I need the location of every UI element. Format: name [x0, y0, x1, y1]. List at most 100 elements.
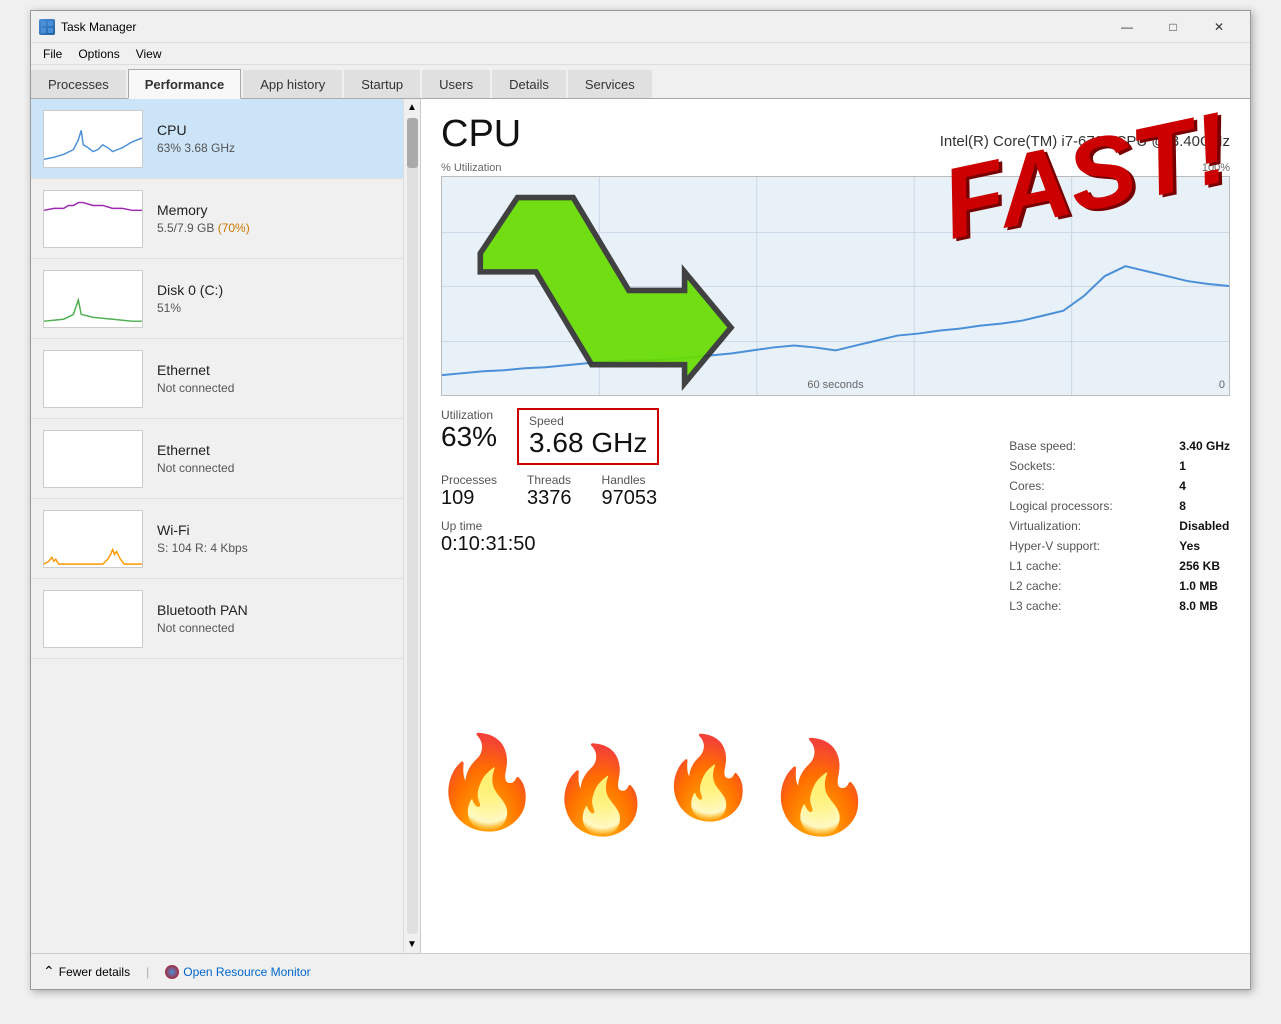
menubar: File Options View: [31, 43, 1250, 65]
l1-cache-key: L1 cache:: [1009, 559, 1159, 573]
open-resource-monitor-button[interactable]: Open Resource Monitor: [165, 965, 310, 979]
minimize-button[interactable]: —: [1104, 11, 1150, 43]
sidebar-item-wifi[interactable]: Wi-Fi S: 104 R: 4 Kbps: [31, 499, 420, 579]
tab-app-history[interactable]: App history: [243, 70, 342, 98]
speed-stat: Speed 3.68 GHz: [517, 408, 659, 465]
bluetooth-stat: Not connected: [157, 621, 408, 635]
memory-stat: 5.5/7.9 GB (70%): [157, 221, 408, 235]
bluetooth-name: Bluetooth PAN: [157, 602, 408, 618]
ethernet1-stat: Not connected: [157, 381, 408, 395]
menu-file[interactable]: File: [35, 45, 70, 63]
sidebar: CPU 63% 3.68 GHz Memory 5.5/7.9 GB (70%): [31, 99, 421, 953]
sidebar-item-ethernet2[interactable]: Ethernet Not connected: [31, 419, 420, 499]
processes-stat-col: Processes 109: [441, 473, 497, 509]
memory-info: Memory 5.5/7.9 GB (70%): [157, 202, 408, 235]
handles-value: 97053: [602, 487, 658, 509]
cpu-stat: 63% 3.68 GHz: [157, 141, 408, 155]
bluetooth-thumb: [43, 590, 143, 648]
cpu-detail-header: CPU Intel(R) Core(TM) i7-6700 CPU @ 3.40…: [441, 113, 1230, 156]
logical-processors-key: Logical processors:: [1009, 499, 1159, 513]
titlebar: Task Manager — □ ✕: [31, 11, 1250, 43]
info-l1-cache: L1 cache: 256 KB: [1009, 559, 1230, 573]
bluetooth-info: Bluetooth PAN Not connected: [157, 602, 408, 635]
info-l2-cache: L2 cache: 1.0 MB: [1009, 579, 1230, 593]
menu-view[interactable]: View: [128, 45, 170, 63]
threads-value: 3376: [527, 487, 572, 509]
tabbar: Processes Performance App history Startu…: [31, 65, 1250, 99]
tab-services[interactable]: Services: [568, 70, 652, 98]
virtualization-val: Disabled: [1179, 519, 1229, 533]
bottom-bar: ⌃ Fewer details | Open Resource Monitor: [31, 953, 1250, 989]
ethernet1-info: Ethernet Not connected: [157, 362, 408, 395]
threads-stat-col: Threads 3376: [527, 473, 572, 509]
menu-options[interactable]: Options: [70, 45, 127, 63]
sidebar-item-bluetooth[interactable]: Bluetooth PAN Not connected: [31, 579, 420, 659]
app-icon: [39, 19, 55, 35]
speed-value: 3.68 GHz: [529, 428, 647, 459]
disk-name: Disk 0 (C:): [157, 282, 408, 298]
cores-val: 4: [1179, 479, 1186, 493]
memory-name: Memory: [157, 202, 408, 218]
hyper-v-key: Hyper-V support:: [1009, 539, 1159, 553]
chart-y-min: 0: [1219, 379, 1225, 391]
info-virtualization: Virtualization: Disabled: [1009, 519, 1230, 533]
wifi-info: Wi-Fi S: 104 R: 4 Kbps: [157, 522, 408, 555]
wifi-stat: S: 104 R: 4 Kbps: [157, 541, 408, 555]
threads-label: Threads: [527, 473, 572, 487]
l3-cache-key: L3 cache:: [1009, 599, 1159, 613]
sidebar-item-cpu[interactable]: CPU 63% 3.68 GHz: [31, 99, 420, 179]
divider: |: [146, 965, 149, 979]
flame1: 🔥: [431, 738, 543, 833]
resource-monitor-icon: [165, 965, 179, 979]
cpu-model: Intel(R) Core(TM) i7-6700 CPU @ 3.40GHz: [940, 133, 1230, 150]
flame4: 🔥: [764, 743, 876, 833]
flame3: 🔥: [659, 738, 759, 833]
ethernet1-thumb: [43, 350, 143, 408]
info-l3-cache: L3 cache: 8.0 MB: [1009, 599, 1230, 613]
info-hyper-v: Hyper-V support: Yes: [1009, 539, 1230, 553]
info-sockets: Sockets: 1: [1009, 459, 1230, 473]
ethernet2-info: Ethernet Not connected: [157, 442, 408, 475]
info-cores: Cores: 4: [1009, 479, 1230, 493]
handles-label: Handles: [602, 473, 658, 487]
flame-overlay: 🔥 🔥 🔥 🔥: [431, 738, 876, 833]
cpu-info: CPU 63% 3.68 GHz: [157, 122, 408, 155]
wifi-name: Wi-Fi: [157, 522, 408, 538]
chart-labels: % Utilization 100%: [441, 162, 1230, 174]
scroll-track: [407, 118, 418, 934]
scroll-up-button[interactable]: ▲: [404, 99, 421, 116]
tab-processes[interactable]: Processes: [31, 70, 126, 98]
fewer-details-button[interactable]: ⌃ Fewer details: [43, 963, 130, 980]
tab-details[interactable]: Details: [492, 70, 566, 98]
scroll-thumb[interactable]: [407, 118, 418, 168]
tab-performance[interactable]: Performance: [128, 69, 241, 99]
base-speed-val: 3.40 GHz: [1179, 439, 1230, 453]
chevron-up-icon: ⌃: [43, 963, 55, 980]
info-base-speed: Base speed: 3.40 GHz: [1009, 439, 1230, 453]
handles-stat-col: Handles 97053: [602, 473, 658, 509]
tab-users[interactable]: Users: [422, 70, 490, 98]
hyper-v-val: Yes: [1179, 539, 1200, 553]
chart-y-label: % Utilization: [441, 162, 502, 174]
tab-startup[interactable]: Startup: [344, 70, 420, 98]
disk-thumb: [43, 270, 143, 328]
l2-cache-key: L2 cache:: [1009, 579, 1159, 593]
cores-key: Cores:: [1009, 479, 1159, 493]
close-button[interactable]: ✕: [1196, 11, 1242, 43]
ethernet1-name: Ethernet: [157, 362, 408, 378]
sidebar-item-ethernet1[interactable]: Ethernet Not connected: [31, 339, 420, 419]
logical-processors-val: 8: [1179, 499, 1186, 513]
wifi-thumb: [43, 510, 143, 568]
sidebar-item-memory[interactable]: Memory 5.5/7.9 GB (70%): [31, 179, 420, 259]
sidebar-scrollbar[interactable]: ▲ ▼: [403, 99, 420, 953]
processes-value: 109: [441, 487, 497, 509]
chart-svg: [442, 177, 1229, 395]
ethernet2-name: Ethernet: [157, 442, 408, 458]
maximize-button[interactable]: □: [1150, 11, 1196, 43]
scroll-down-button[interactable]: ▼: [404, 936, 421, 953]
l1-cache-val: 256 KB: [1179, 559, 1220, 573]
disk-info: Disk 0 (C:) 51%: [157, 282, 408, 315]
window-controls: — □ ✕: [1104, 11, 1242, 43]
memory-thumb: [43, 190, 143, 248]
sidebar-item-disk[interactable]: Disk 0 (C:) 51%: [31, 259, 420, 339]
